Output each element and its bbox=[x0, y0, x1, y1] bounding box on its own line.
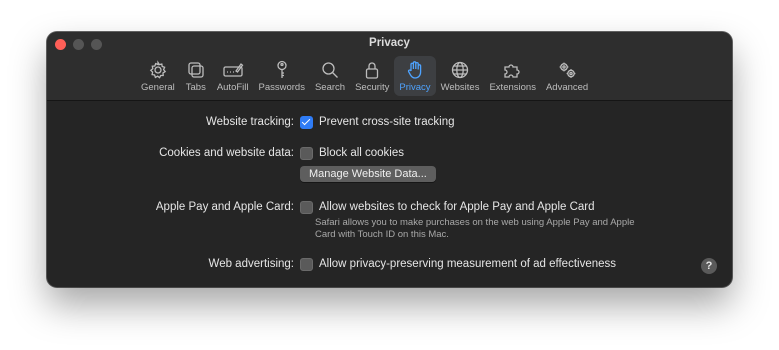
cookies-option[interactable]: Block all cookies bbox=[300, 145, 404, 161]
cookies-row: Cookies and website data: Block all cook… bbox=[47, 145, 732, 161]
advertising-label: Web advertising: bbox=[208, 258, 294, 270]
tab-extensions[interactable]: Extensions bbox=[484, 56, 540, 96]
toolbar: Privacy General Tabs AutoFill Passwords … bbox=[47, 32, 732, 101]
tab-passwords[interactable]: Passwords bbox=[254, 56, 310, 96]
key-icon bbox=[277, 60, 287, 78]
lock-icon bbox=[366, 62, 379, 79]
advertising-option-label: Allow privacy-preserving measurement of … bbox=[319, 258, 617, 270]
tab-label: General bbox=[141, 82, 175, 93]
window-title: Privacy bbox=[369, 37, 410, 49]
applepay-note: Safari allows you to make purchases on t… bbox=[315, 217, 635, 240]
tab-privacy[interactable]: Privacy bbox=[394, 56, 436, 96]
tracking-option-label: Prevent cross-site tracking bbox=[319, 116, 455, 128]
advertising-row: Web advertising: Allow privacy-preservin… bbox=[47, 256, 732, 272]
advertising-option[interactable]: Allow privacy-preserving measurement of … bbox=[300, 256, 616, 272]
preferences-window: Privacy General Tabs AutoFill Passwords … bbox=[47, 32, 732, 287]
advertising-checkbox[interactable] bbox=[300, 257, 313, 271]
tab-label: Security bbox=[355, 82, 390, 93]
tab-label: Websites bbox=[440, 82, 480, 93]
applepay-option-label: Allow websites to check for Apple Pay an… bbox=[319, 201, 595, 213]
help-button[interactable]: ? bbox=[701, 258, 717, 274]
tab-autofill[interactable]: AutoFill bbox=[212, 56, 254, 96]
tab-label: Extensions bbox=[489, 82, 536, 93]
puzzle-icon bbox=[504, 64, 520, 78]
cookies-label: Cookies and website data: bbox=[159, 147, 294, 159]
tab-tabs[interactable]: Tabs bbox=[180, 56, 212, 96]
tab-advanced[interactable]: Advanced bbox=[541, 56, 593, 96]
applepay-option[interactable]: Allow websites to check for Apple Pay an… bbox=[300, 199, 595, 215]
tracking-checkbox[interactable] bbox=[300, 115, 313, 129]
tab-label: Tabs bbox=[185, 82, 206, 93]
privacy-pane: Website tracking: Prevent cross-site tra… bbox=[47, 101, 732, 287]
gears-icon bbox=[559, 62, 576, 78]
tab-label: Passwords bbox=[258, 82, 305, 93]
gear-icon bbox=[149, 60, 167, 79]
tab-general[interactable]: General bbox=[136, 56, 180, 96]
applepay-row: Apple Pay and Apple Card: Allow websites… bbox=[47, 199, 732, 215]
globe-icon bbox=[451, 61, 469, 79]
tabs-icon bbox=[188, 62, 204, 78]
applepay-label: Apple Pay and Apple Card: bbox=[155, 201, 294, 213]
tab-label: Privacy bbox=[399, 82, 431, 93]
tab-label: Advanced bbox=[545, 82, 589, 93]
search-icon bbox=[322, 62, 338, 78]
tab-search[interactable]: Search bbox=[310, 56, 350, 96]
tab-security[interactable]: Security bbox=[350, 56, 394, 96]
autofill-icon bbox=[223, 63, 244, 77]
applepay-checkbox[interactable] bbox=[300, 200, 313, 214]
tracking-label: Website tracking: bbox=[206, 116, 294, 128]
manage-website-data-button[interactable]: Manage Website Data... bbox=[300, 166, 436, 182]
block-cookies-label: Block all cookies bbox=[319, 147, 405, 159]
tab-label: AutoFill bbox=[216, 82, 249, 93]
tab-websites[interactable]: Websites bbox=[436, 56, 485, 96]
tracking-row: Website tracking: Prevent cross-site tra… bbox=[47, 114, 732, 130]
tracking-option[interactable]: Prevent cross-site tracking bbox=[300, 114, 455, 130]
tab-label: Search bbox=[314, 82, 346, 93]
preferences-tabs: General Tabs AutoFill Passwords Search S… bbox=[136, 56, 593, 96]
hand-icon bbox=[407, 61, 422, 79]
block-cookies-checkbox[interactable] bbox=[300, 146, 313, 160]
